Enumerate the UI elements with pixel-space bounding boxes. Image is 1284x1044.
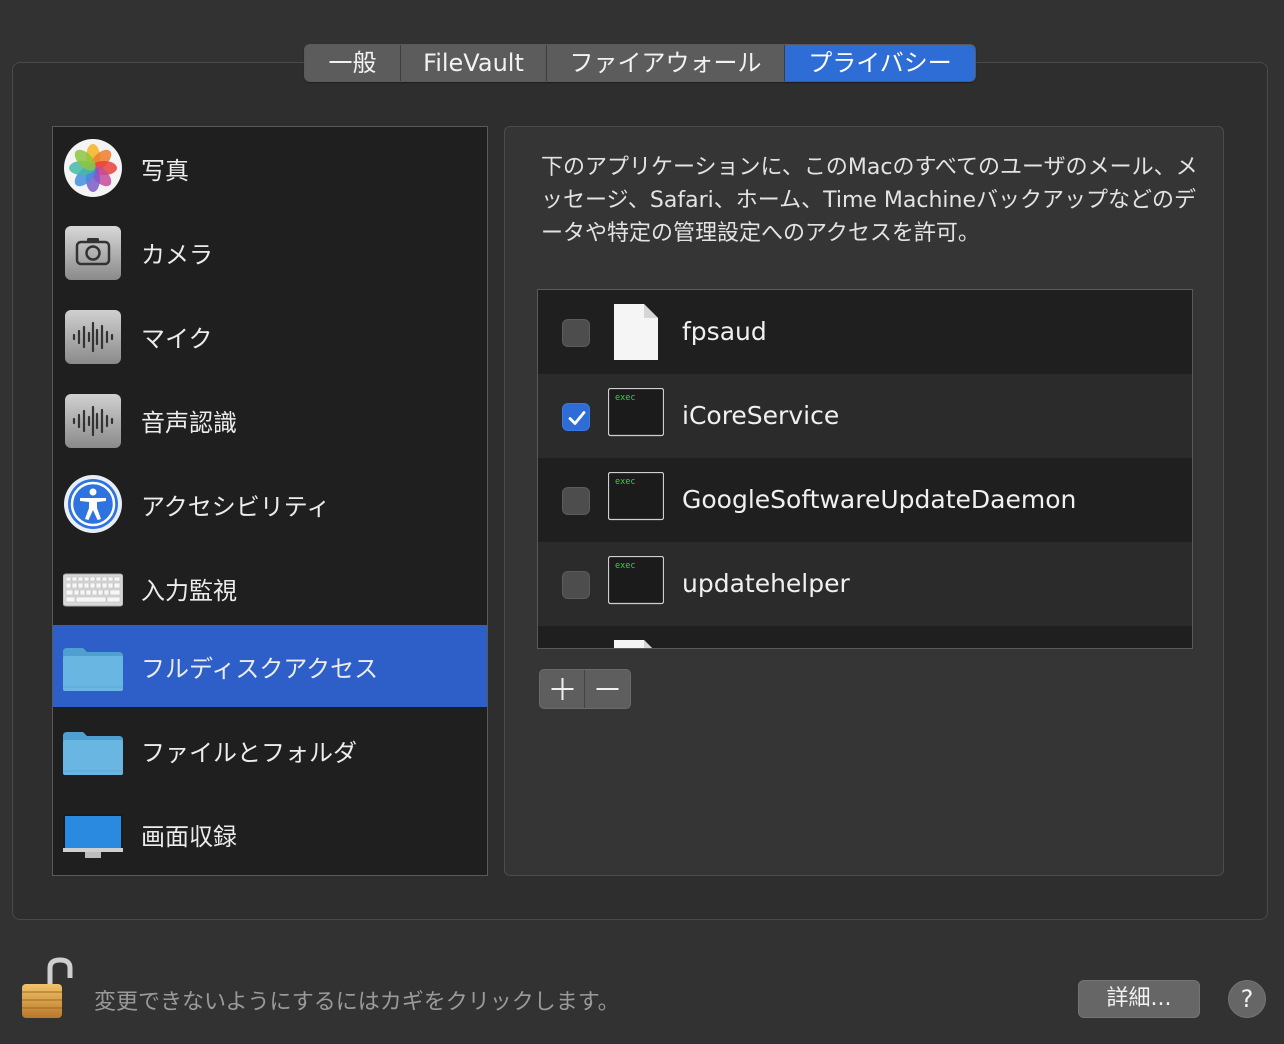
checkmark-icon — [568, 411, 586, 425]
app-row[interactable]: exec iCoreService — [538, 374, 1192, 458]
exec-icon: exec — [608, 388, 664, 437]
speech-recognition-icon — [65, 394, 121, 448]
microphone-icon — [65, 310, 121, 364]
category-item-screen-recording[interactable]: 画面収録 — [53, 793, 487, 875]
detail-panel: 下のアプリケーションに、このMacのすべてのユーザのメール、メッセージ、Safa… — [504, 126, 1224, 876]
keyboard-icon — [63, 573, 123, 607]
remove-app-button[interactable] — [585, 670, 630, 708]
help-button[interactable]: ? — [1228, 980, 1266, 1018]
document-icon — [614, 640, 652, 648]
category-label: フルディスクアクセス — [141, 654, 379, 683]
app-name: fpsaud — [682, 317, 767, 346]
app-list[interactable]: fpsaud exec iCoreService exec GoogleSoft… — [537, 289, 1193, 649]
category-item-accessibility[interactable]: アクセシビリティ — [53, 463, 487, 545]
tab-privacy[interactable]: プライバシー — [785, 45, 975, 81]
tab-firewall[interactable]: ファイアウォール — [547, 45, 785, 81]
app-name: GoogleSoftwareUpdateDaemon — [682, 485, 1077, 514]
lock-instruction-text: 変更できないようにするにはカギをクリックします。 — [94, 990, 620, 1015]
add-remove-control — [539, 669, 631, 709]
folder-icon — [63, 648, 123, 691]
app-name: updatehelper — [682, 569, 850, 598]
tab-general[interactable]: 一般 — [305, 45, 401, 81]
category-label: 画面収録 — [141, 822, 237, 851]
category-label: アクセシビリティ — [141, 492, 331, 521]
tab-bar: 一般 FileVault ファイアウォール プライバシー — [304, 44, 976, 82]
exec-label: exec — [615, 393, 635, 403]
category-label: 入力監視 — [141, 576, 237, 605]
app-name: iCoreService — [682, 401, 840, 430]
camera-icon — [65, 226, 121, 280]
category-item-microphone[interactable]: マイク — [53, 295, 487, 377]
app-row[interactable]: fpsaud — [538, 290, 1192, 374]
category-item-photos[interactable]: 写真 — [53, 127, 487, 209]
category-label: マイク — [141, 324, 213, 353]
category-item-files-and-folders[interactable]: ファイルとフォルダ — [53, 709, 487, 791]
folder-icon — [63, 732, 123, 775]
plus-icon — [551, 678, 574, 700]
app-checkbox[interactable] — [562, 319, 590, 347]
exec-label: exec — [615, 561, 635, 571]
add-app-button[interactable] — [540, 670, 585, 708]
app-row-partial[interactable] — [538, 626, 1192, 648]
category-label: ファイルとフォルダ — [141, 738, 357, 767]
privacy-category-list[interactable]: 写真 カメラ マイク 音声認識 アクセシビリティ 入力監視 フルディスクアクセス… — [52, 126, 488, 876]
app-row[interactable]: exec GoogleSoftwareUpdateDaemon — [538, 458, 1192, 542]
app-checkbox[interactable] — [562, 403, 590, 431]
tab-filevault[interactable]: FileVault — [401, 45, 547, 81]
exec-label: exec — [615, 477, 635, 487]
display-icon — [63, 814, 123, 858]
category-label: カメラ — [141, 240, 213, 269]
category-label: 写真 — [141, 156, 189, 185]
category-label: 音声認識 — [141, 408, 237, 437]
unlocked-padlock-icon[interactable] — [14, 956, 80, 1022]
photos-icon — [64, 139, 122, 197]
category-item-input-monitoring[interactable]: 入力監視 — [53, 547, 487, 629]
minus-icon — [596, 688, 619, 690]
category-item-full-disk-access[interactable]: フルディスクアクセス — [53, 625, 487, 707]
exec-icon: exec — [608, 556, 664, 605]
app-row[interactable]: exec updatehelper — [538, 542, 1192, 626]
accessibility-icon — [64, 475, 122, 533]
permission-description: 下のアプリケーションに、このMacのすべてのユーザのメール、メッセージ、Safa… — [541, 155, 1198, 246]
category-item-speech-recognition[interactable]: 音声認識 — [53, 379, 487, 461]
security-privacy-window: 一般 FileVault ファイアウォール プライバシー 写真 カメラ マイク … — [0, 0, 1284, 1044]
category-item-camera[interactable]: カメラ — [53, 211, 487, 293]
app-checkbox[interactable] — [562, 487, 590, 515]
app-checkbox[interactable] — [562, 571, 590, 599]
exec-icon: exec — [608, 472, 664, 521]
advanced-button[interactable]: 詳細... — [1078, 980, 1200, 1018]
document-icon — [614, 304, 658, 360]
